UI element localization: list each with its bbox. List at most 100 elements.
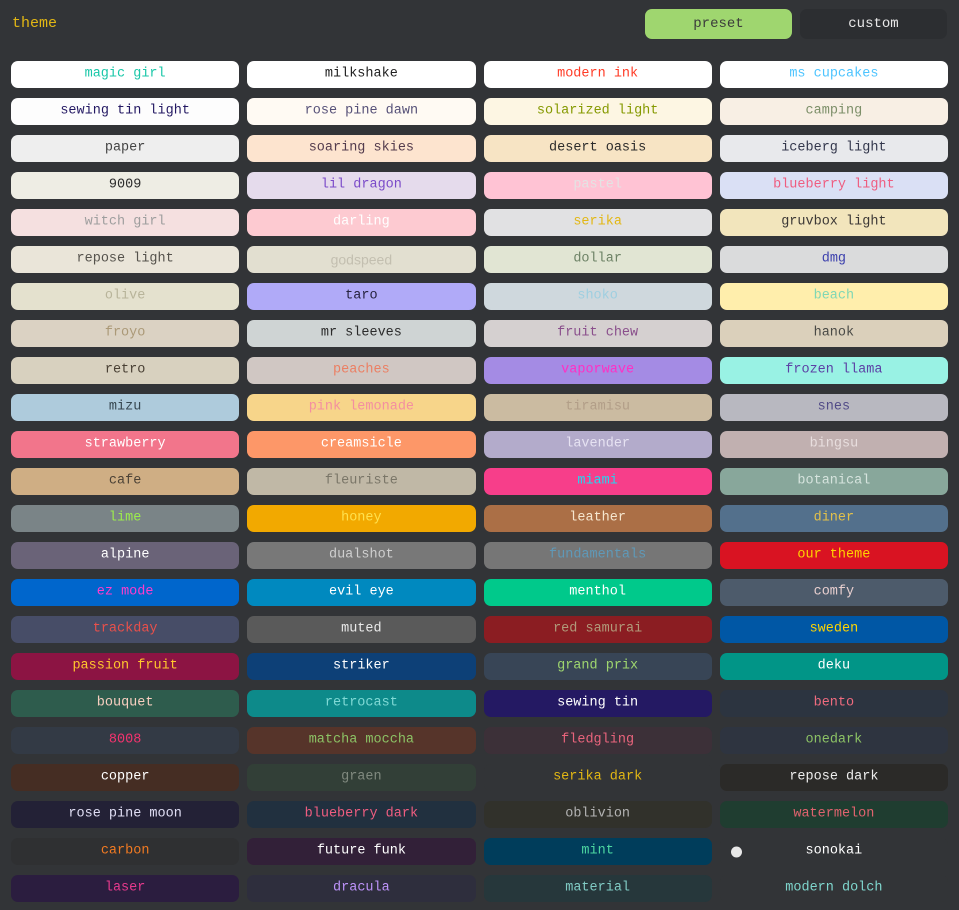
theme-button[interactable]: witch girl: [11, 209, 240, 236]
theme-button[interactable]: paper: [11, 135, 240, 162]
theme-button[interactable]: 8008: [11, 727, 240, 754]
theme-button[interactable]: trackday: [11, 616, 240, 643]
theme-button[interactable]: 9009: [11, 172, 240, 199]
theme-button[interactable]: taro: [247, 283, 476, 310]
theme-button[interactable]: repose dark: [719, 764, 948, 791]
theme-button[interactable]: miami: [483, 468, 712, 495]
theme-button[interactable]: pink lemonade: [247, 394, 476, 421]
theme-button[interactable]: mint: [483, 838, 712, 865]
theme-button[interactable]: dualshot: [247, 542, 476, 569]
theme-button[interactable]: graen: [247, 764, 476, 791]
theme-button[interactable]: sweden: [719, 616, 948, 643]
theme-button[interactable]: striker: [247, 653, 476, 680]
theme-button[interactable]: evil eye: [247, 579, 476, 606]
theme-button[interactable]: mr sleeves: [247, 320, 476, 347]
theme-button[interactable]: onedark: [719, 727, 948, 754]
theme-button[interactable]: bouquet: [11, 690, 240, 717]
theme-button[interactable]: fruit chew: [483, 320, 712, 347]
theme-button[interactable]: grand prix: [483, 653, 712, 680]
theme-button[interactable]: leather: [483, 505, 712, 532]
theme-button[interactable]: soaring skies: [247, 135, 476, 162]
theme-button[interactable]: fundamentals: [483, 542, 712, 569]
theme-button[interactable]: retrocast: [247, 690, 476, 717]
theme-button[interactable]: material: [483, 875, 712, 902]
theme-button[interactable]: tiramisu: [483, 394, 712, 421]
theme-button[interactable]: desert oasis: [483, 135, 712, 162]
theme-button[interactable]: ms cupcakes: [719, 61, 948, 88]
theme-button[interactable]: rose pine dawn: [247, 98, 476, 125]
theme-button[interactable]: peaches: [247, 357, 476, 384]
theme-button[interactable]: comfy: [719, 579, 948, 606]
theme-button[interactable]: lime: [11, 505, 240, 532]
theme-button[interactable]: future funk: [247, 838, 476, 865]
theme-button[interactable]: repose light: [11, 246, 240, 273]
theme-button[interactable]: creamsicle: [247, 431, 476, 458]
theme-button[interactable]: darling: [247, 209, 476, 236]
theme-button[interactable]: vaporwave: [483, 357, 712, 384]
preset-tab-button[interactable]: preset: [645, 8, 792, 39]
theme-button[interactable]: cafe: [11, 468, 240, 495]
theme-button-label: mizu: [108, 399, 142, 415]
theme-button[interactable]: beach: [719, 283, 948, 310]
theme-button[interactable]: dracula: [247, 875, 476, 902]
theme-button[interactable]: frozen llama: [719, 357, 948, 384]
theme-button[interactable]: camping: [719, 98, 948, 125]
theme-button[interactable]: passion fruit: [11, 653, 240, 680]
theme-button[interactable]: sonokai: [719, 838, 948, 865]
theme-button-label: repose dark: [789, 769, 879, 785]
theme-button[interactable]: sewing tin: [483, 690, 712, 717]
theme-button[interactable]: red samurai: [483, 616, 712, 643]
theme-button[interactable]: laser: [11, 875, 240, 902]
theme-button[interactable]: gruvbox light: [719, 209, 948, 236]
theme-button[interactable]: froyo: [11, 320, 240, 347]
theme-button-label: olive: [104, 288, 146, 304]
theme-button[interactable]: deku: [719, 653, 948, 680]
theme-button[interactable]: lavender: [483, 431, 712, 458]
theme-button[interactable]: mizu: [11, 394, 240, 421]
custom-tab-button[interactable]: custom: [800, 8, 947, 39]
theme-button[interactable]: milkshake: [247, 61, 476, 88]
theme-button[interactable]: watermelon: [719, 801, 948, 828]
theme-button[interactable]: botanical: [719, 468, 948, 495]
theme-button[interactable]: oblivion: [483, 801, 712, 828]
theme-button[interactable]: blueberry dark: [247, 801, 476, 828]
theme-button[interactable]: iceberg light: [719, 135, 948, 162]
theme-button[interactable]: bento: [719, 690, 948, 717]
theme-button[interactable]: modern ink: [483, 61, 712, 88]
theme-button[interactable]: muted: [247, 616, 476, 643]
theme-button[interactable]: carbon: [11, 838, 240, 865]
theme-button[interactable]: fledgling: [483, 727, 712, 754]
theme-button[interactable]: our theme: [719, 542, 948, 569]
theme-button-label: cafe: [108, 473, 142, 489]
theme-button[interactable]: fleuriste: [247, 468, 476, 495]
theme-button[interactable]: bingsu: [719, 431, 948, 458]
theme-button[interactable]: copper: [11, 764, 240, 791]
theme-button[interactable]: matcha moccha: [247, 727, 476, 754]
theme-button-label: beach: [813, 288, 855, 304]
theme-button[interactable]: snes: [719, 394, 948, 421]
theme-button[interactable]: lil dragon: [247, 172, 476, 199]
theme-button[interactable]: rose pine moon: [11, 801, 240, 828]
theme-button[interactable]: olive: [11, 283, 240, 310]
theme-button[interactable]: solarized light: [483, 98, 712, 125]
theme-button[interactable]: magic girl: [11, 61, 240, 88]
theme-button[interactable]: pastel: [483, 172, 712, 199]
theme-button[interactable]: dollar: [483, 246, 712, 273]
theme-button-label: deku: [817, 658, 851, 674]
theme-button[interactable]: ez mode: [11, 579, 240, 606]
theme-button[interactable]: honey: [247, 505, 476, 532]
theme-button[interactable]: blueberry light: [719, 172, 948, 199]
theme-button[interactable]: sewing tin light: [11, 98, 240, 125]
theme-button[interactable]: serika dark: [483, 764, 712, 791]
theme-button[interactable]: hanok: [719, 320, 948, 347]
theme-button[interactable]: diner: [719, 505, 948, 532]
theme-button[interactable]: shoko: [483, 283, 712, 310]
theme-button[interactable]: strawberry: [11, 431, 240, 458]
theme-button[interactable]: serika: [483, 209, 712, 236]
theme-button[interactable]: alpine: [11, 542, 240, 569]
theme-button[interactable]: menthol: [483, 579, 712, 606]
theme-button[interactable]: modern dolch: [719, 875, 948, 902]
theme-button[interactable]: dmg: [719, 246, 948, 273]
theme-button[interactable]: retro: [11, 357, 240, 384]
theme-button[interactable]: godspeed: [247, 246, 476, 273]
